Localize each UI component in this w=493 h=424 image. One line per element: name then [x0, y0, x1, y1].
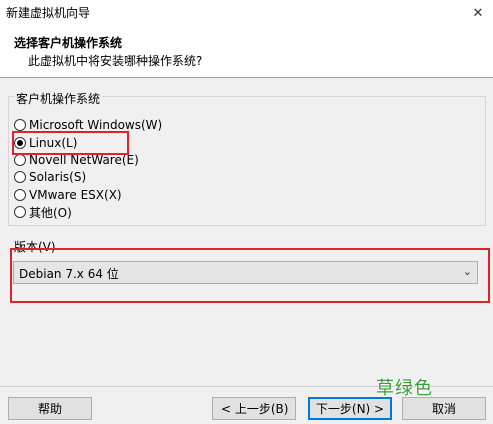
radio-label: Microsoft Windows(W)	[29, 118, 163, 132]
radio-button-icon[interactable]	[14, 154, 26, 166]
watermark-text: 草绿色	[376, 378, 433, 399]
radio-button-icon[interactable]	[14, 189, 26, 201]
guest-os-group-label: 客户机操作系统	[14, 90, 103, 107]
page-subtitle: 此虚拟机中将安装哪种操作系统?	[28, 54, 203, 68]
radio-solaris[interactable]: Solaris(S)	[14, 169, 86, 185]
wizard-header: 选择客户机操作系统 此虚拟机中将安装哪种操作系统?	[0, 26, 493, 78]
radio-vmware-esx[interactable]: VMware ESX(X)	[14, 187, 122, 203]
radio-label: VMware ESX(X)	[29, 188, 122, 202]
radio-label: Novell NetWare(E)	[29, 153, 139, 167]
window-title: 新建虚拟机向导	[6, 6, 91, 20]
help-button[interactable]: 帮助	[8, 397, 92, 420]
close-icon[interactable]: ✕	[463, 0, 493, 26]
cancel-button[interactable]: 取消	[402, 397, 486, 420]
page-title: 选择客户机操作系统	[14, 36, 123, 50]
linux-highlight-box	[12, 131, 129, 155]
radio-button-icon[interactable]	[14, 171, 26, 183]
radio-button-icon[interactable]	[14, 206, 26, 218]
version-highlight-box	[10, 248, 490, 303]
radio-label: 其他(O)	[29, 205, 72, 220]
wizard-window: 新建虚拟机向导 ✕ 选择客户机操作系统 此虚拟机中将安装哪种操作系统? 客户机操…	[0, 0, 493, 424]
radio-label: Solaris(S)	[29, 170, 87, 184]
back-button[interactable]: < 上一步(B)	[212, 397, 296, 420]
radio-other[interactable]: 其他(O)	[14, 204, 72, 220]
title-bar: 新建虚拟机向导 ✕	[0, 0, 493, 26]
next-button[interactable]: 下一步(N) >	[308, 397, 392, 420]
radio-button-icon[interactable]	[14, 119, 26, 131]
